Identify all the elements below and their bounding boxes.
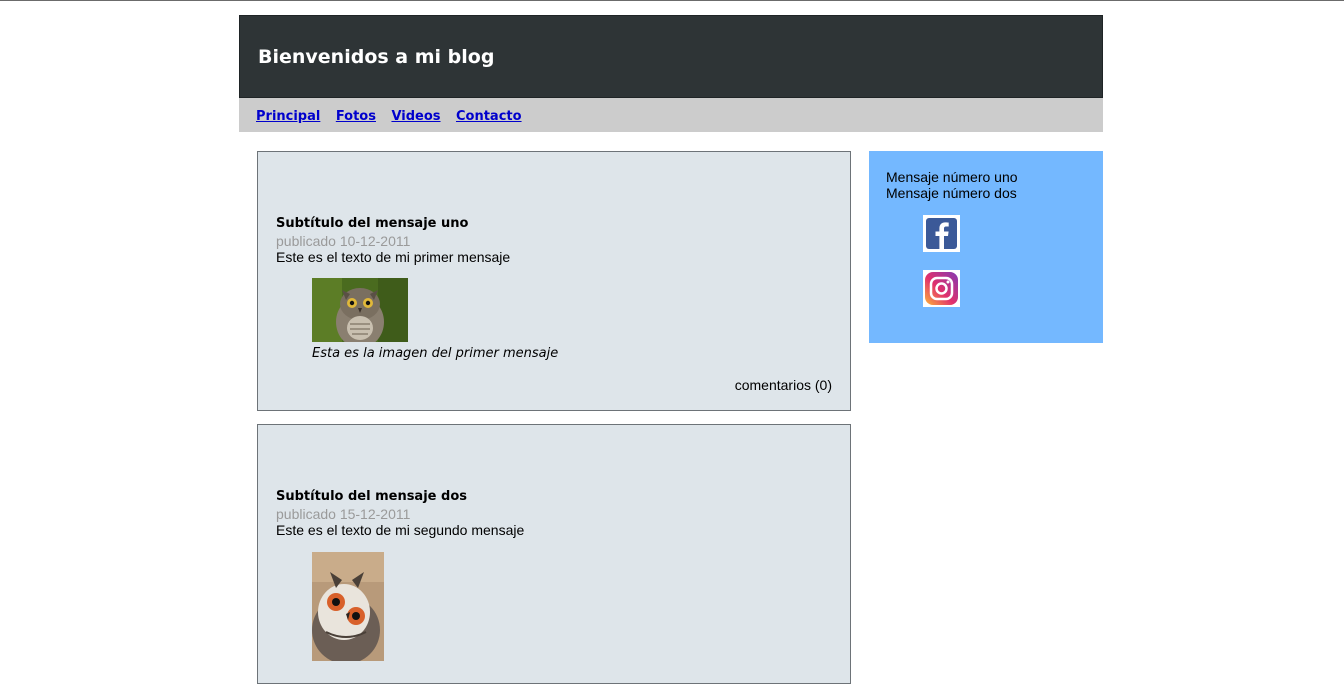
sidebar: Mensaje número uno Mensaje número dos: [869, 151, 1103, 343]
nav-link-contacto[interactable]: Contacto: [456, 109, 522, 124]
post-text: Este es el texto de mi segundo mensaje: [276, 522, 525, 538]
nav-link-principal[interactable]: Principal: [256, 109, 320, 124]
blog-header: Bienvenidos a mi blog: [239, 15, 1103, 98]
image-caption: Esta es la imagen del primer mensaje: [312, 346, 559, 361]
page-container: Bienvenidos a mi blog Principal Fotos Vi…: [239, 15, 1103, 684]
post-date: publicado 10-12-2011: [276, 233, 411, 249]
nav-link-videos[interactable]: Videos: [391, 109, 440, 124]
post-card: Subtítulo del mensaje dos publicado 15-1…: [257, 424, 851, 684]
nav-link-fotos[interactable]: Fotos: [336, 109, 376, 124]
post-text: Este es el texto de mi primer mensaje: [276, 249, 511, 265]
owl-photo: [312, 552, 384, 661]
main-nav: Principal Fotos Videos Contacto: [239, 98, 1103, 132]
blog-title: Bienvenidos a mi blog: [258, 46, 495, 68]
facebook-icon[interactable]: [923, 215, 960, 252]
sidebar-message: Mensaje número uno: [886, 169, 1018, 185]
instagram-icon[interactable]: [923, 270, 960, 307]
post-date: publicado 15-12-2011: [276, 506, 411, 522]
window-top-border: [0, 0, 1344, 1]
comments-count[interactable]: comentarios (0): [735, 377, 832, 393]
sidebar-message: Mensaje número dos: [886, 185, 1017, 201]
post-subtitle: Subtítulo del mensaje dos: [276, 489, 467, 504]
owl-photo: [312, 278, 408, 342]
post-subtitle: Subtítulo del mensaje uno: [276, 216, 469, 231]
post-card: Subtítulo del mensaje uno publicado 10-1…: [257, 151, 851, 411]
